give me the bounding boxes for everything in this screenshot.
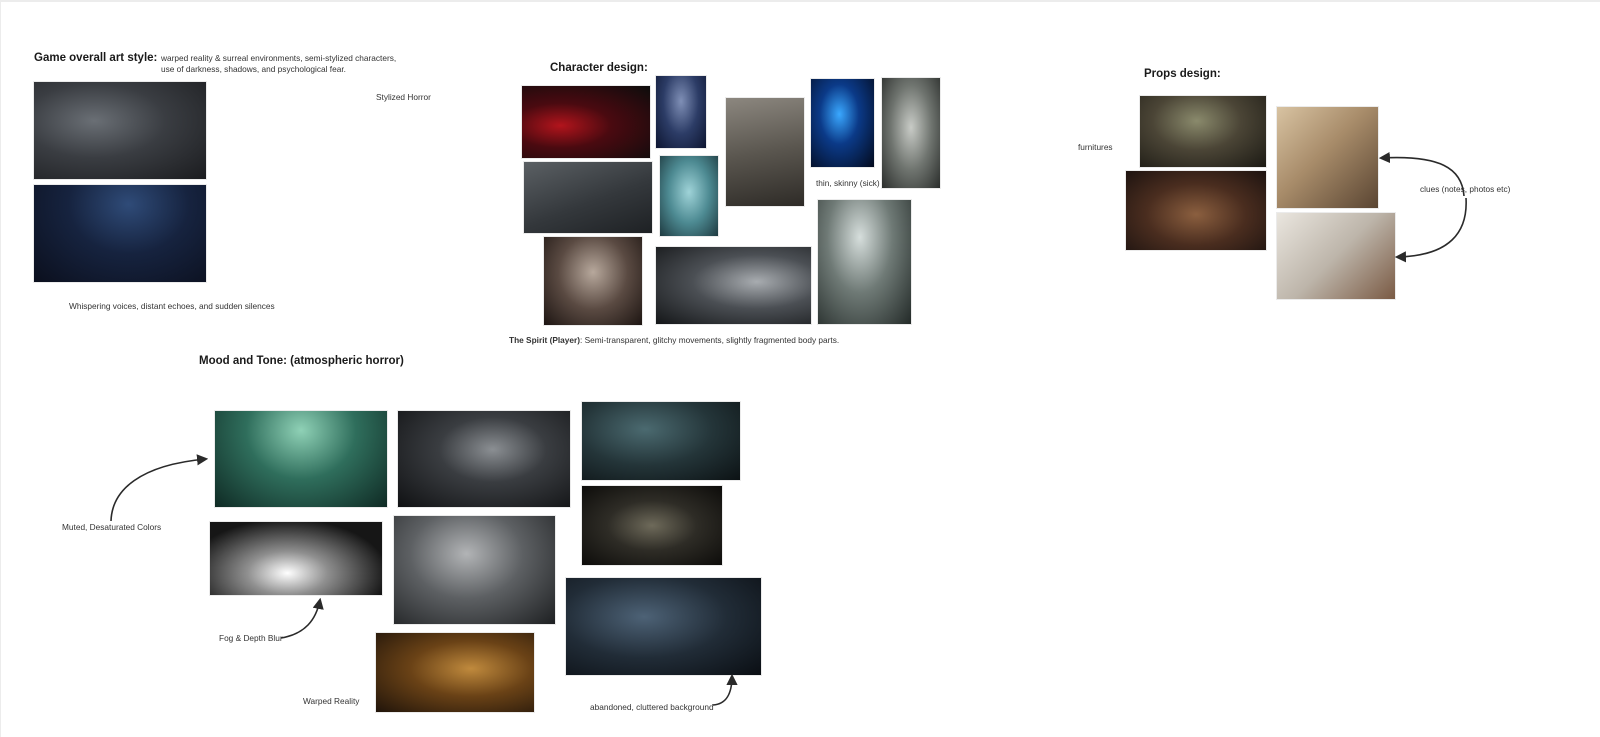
character-image-model-sheet[interactable]: [524, 162, 652, 233]
art-style-image-playtime-stage[interactable]: [34, 185, 206, 282]
art-style-description[interactable]: warped reality & surreal environments, s…: [161, 53, 406, 75]
spirit-player-name: The Spirit (Player): [509, 335, 581, 345]
spirit-player-desc-text: : Semi-transparent, glitchy movements, s…: [580, 335, 840, 345]
character-image-girl-flooded-room[interactable]: [818, 200, 911, 324]
character-image-ghost-bride[interactable]: [544, 237, 642, 325]
furniture-label[interactable]: furnitures: [1078, 142, 1113, 153]
character-image-aqua-spirit[interactable]: [660, 156, 718, 236]
warped-reality-label[interactable]: Warped Reality: [303, 696, 359, 707]
arrow-muted-to-green: [110, 454, 209, 522]
mood-tone-heading[interactable]: Mood and Tone: (atmospheric horror): [199, 355, 404, 367]
character-image-pale-figures[interactable]: [726, 98, 804, 206]
character-image-blue-ghost[interactable]: [656, 76, 706, 148]
clues-label[interactable]: clues (notes, photos etc): [1420, 184, 1510, 195]
arrow-fog-to-silhouette: [280, 597, 324, 639]
canvas-top-border: [0, 0, 1600, 2]
abandoned-background-label[interactable]: abandoned, cluttered background: [590, 702, 714, 713]
mood-image-abandoned-ward[interactable]: [394, 516, 555, 624]
character-image-gaunt-creature[interactable]: [882, 78, 940, 188]
mood-image-silhouette-spider[interactable]: [210, 522, 382, 595]
props-design-heading[interactable]: Props design:: [1144, 68, 1221, 80]
arrow-clues-to-album: [1394, 197, 1467, 263]
mood-image-dark-room-light[interactable]: [398, 411, 570, 507]
stylized-horror-label[interactable]: Stylized Horror: [376, 92, 431, 103]
mood-image-dark-hallway[interactable]: [566, 578, 761, 675]
character-image-foggy-apparition[interactable]: [656, 247, 811, 324]
props-image-cluttered-table[interactable]: [1126, 171, 1266, 250]
props-image-photo-album[interactable]: [1277, 213, 1395, 299]
art-style-heading[interactable]: Game overall art style:: [34, 52, 157, 64]
moodboard-canvas[interactable]: Game overall art style: warped reality &…: [0, 0, 1600, 737]
arrow-abandoned-to-hallway: [712, 673, 738, 706]
fog-depth-label[interactable]: Fog & Depth Blur: [219, 633, 283, 644]
muted-colors-label[interactable]: Muted, Desaturated Colors: [62, 522, 161, 533]
props-image-old-room[interactable]: [1140, 96, 1266, 167]
mood-image-teal-room[interactable]: [582, 402, 740, 480]
character-image-red-creature[interactable]: [522, 86, 650, 158]
audio-mood-label[interactable]: Whispering voices, distant echoes, and s…: [69, 301, 275, 312]
art-style-image-attic[interactable]: [34, 82, 206, 179]
props-image-notes-magnifier[interactable]: [1277, 107, 1378, 208]
character-design-heading[interactable]: Character design:: [550, 62, 648, 74]
mood-image-green-tower[interactable]: [215, 411, 387, 507]
character-image-blue-wisps[interactable]: [811, 79, 874, 167]
mood-image-corridor[interactable]: [582, 486, 722, 565]
thin-skinny-label[interactable]: thin, skinny (sick): [816, 178, 880, 189]
canvas-left-border: [0, 0, 1, 737]
mood-image-warped-machine[interactable]: [376, 633, 534, 712]
spirit-player-description[interactable]: The Spirit (Player): Semi-transparent, g…: [509, 335, 839, 346]
